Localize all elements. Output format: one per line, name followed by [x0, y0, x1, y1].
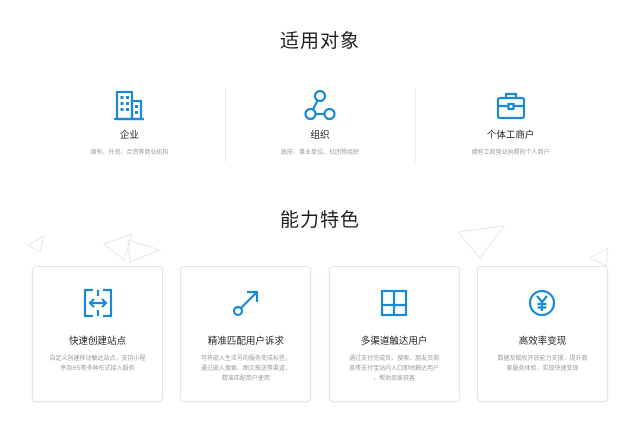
audience-desc: 国有、外资、合资等商业机构 — [90, 149, 169, 156]
audience-desc: 拥有工商营业执照的个人商户 — [471, 149, 550, 156]
features-title: 能力特色 — [279, 209, 360, 231]
feature-desc-line: 精准匹配用户使用 — [221, 375, 270, 382]
feature-desc-line: 序及H5等多种形式接入服务 — [60, 365, 135, 372]
feature-card-precise-match: 精准匹配用户诉求 可将嵌入生活号的服务变成标签， 通过嵌入搜索、图文推送等渠道，… — [180, 266, 312, 402]
layout-grid-icon — [381, 289, 408, 317]
feature-desc-line: 息等支付宝站内入口即时触达用户 — [349, 365, 440, 372]
feature-name: 多渠道触达用户 — [360, 336, 428, 347]
feature-desc: 通过支付完成页、搜索、朋友页商 息等支付宝站内入口即时触达用户 ，帮助商家获客 — [340, 354, 449, 384]
audience-item-enterprise: 企业 国有、外资、合资等商业机构 — [34, 84, 225, 164]
audience-title: 适用对象 — [279, 30, 360, 52]
feature-desc-line: 通过支付完成页、搜索、朋友页商 — [349, 355, 440, 362]
feature-desc-line: 数据及赋权开放能力支撑，提升商 — [497, 355, 588, 362]
feature-card-multi-channel: 多渠道触达用户 通过支付完成页、搜索、朋友页商 息等支付宝站内入口即时触达用户 … — [328, 266, 460, 402]
feature-desc: 数据及赋权开放能力支撑，提升商 家服务体验，实现快速变现 — [488, 354, 597, 374]
feature-name: 高效率变现 — [518, 336, 567, 347]
office-building-icon — [114, 90, 145, 121]
feature-desc-line: ，帮助商家获客 — [373, 375, 416, 382]
feature-desc: 自定义创建移动触达站点，支持小程 序及H5等多种形式接入服务 — [43, 354, 152, 374]
audience-item-individual-business: 个体工商户 拥有工商营业执照的个人商户 — [415, 84, 606, 164]
toolbox-icon — [496, 92, 525, 120]
audience-desc: 政府、事业单位、社团等组织 — [281, 149, 360, 156]
audience-name: 企业 — [119, 130, 139, 141]
feature-desc-line: 自定义创建移动触达站点，支持小程 — [49, 355, 146, 362]
feature-card-quick-site: 快速创建站点 自定义创建移动触达站点，支持小程 序及H5等多种形式接入服务 — [32, 266, 163, 402]
feature-desc: 可将嵌入生活号的服务变成标签， 通过嵌入搜索、图文推送等渠道， 精准匹配用户使用 — [191, 354, 300, 384]
audience-item-organization: 组织 政府、事业单位、社团等组织 — [224, 84, 416, 164]
org-network-icon — [304, 89, 336, 121]
feature-desc-line: 家服务体验，实现快速变现 — [506, 365, 579, 372]
arrow-up-right-icon — [232, 290, 258, 317]
feature-desc-line: 通过嵌入搜索、图文推送等渠道， — [200, 365, 291, 372]
audience-list: 企业 国有、外资、合资等商业机构 组织 政府、事业单位、社团等组织 个体工商户 … — [34, 84, 606, 164]
feature-name: 精准匹配用户诉求 — [207, 336, 284, 347]
feature-card-efficient-monetization: 高效率变现 数据及赋权开放能力支撑，提升商 家服务体验，实现快速变现 — [476, 266, 608, 402]
feature-desc-line: 可将嵌入生活号的服务变成标签， — [200, 355, 291, 362]
audience-name: 组织 — [310, 130, 330, 141]
feature-name: 快速创建站点 — [68, 336, 126, 347]
yen-coin-icon — [529, 289, 556, 317]
page: 适用对象 企业 国有、外资、合资等商业机构 组织 政府、事业单位、社团等组织 个… — [0, 0, 640, 426]
audience-name: 个体工商户 — [486, 130, 535, 141]
feature-cards: 快速创建站点 自定义创建移动触达站点，支持小程 序及H5等多种形式接入服务 精准… — [32, 266, 608, 404]
expand-arrows-icon — [83, 288, 112, 318]
